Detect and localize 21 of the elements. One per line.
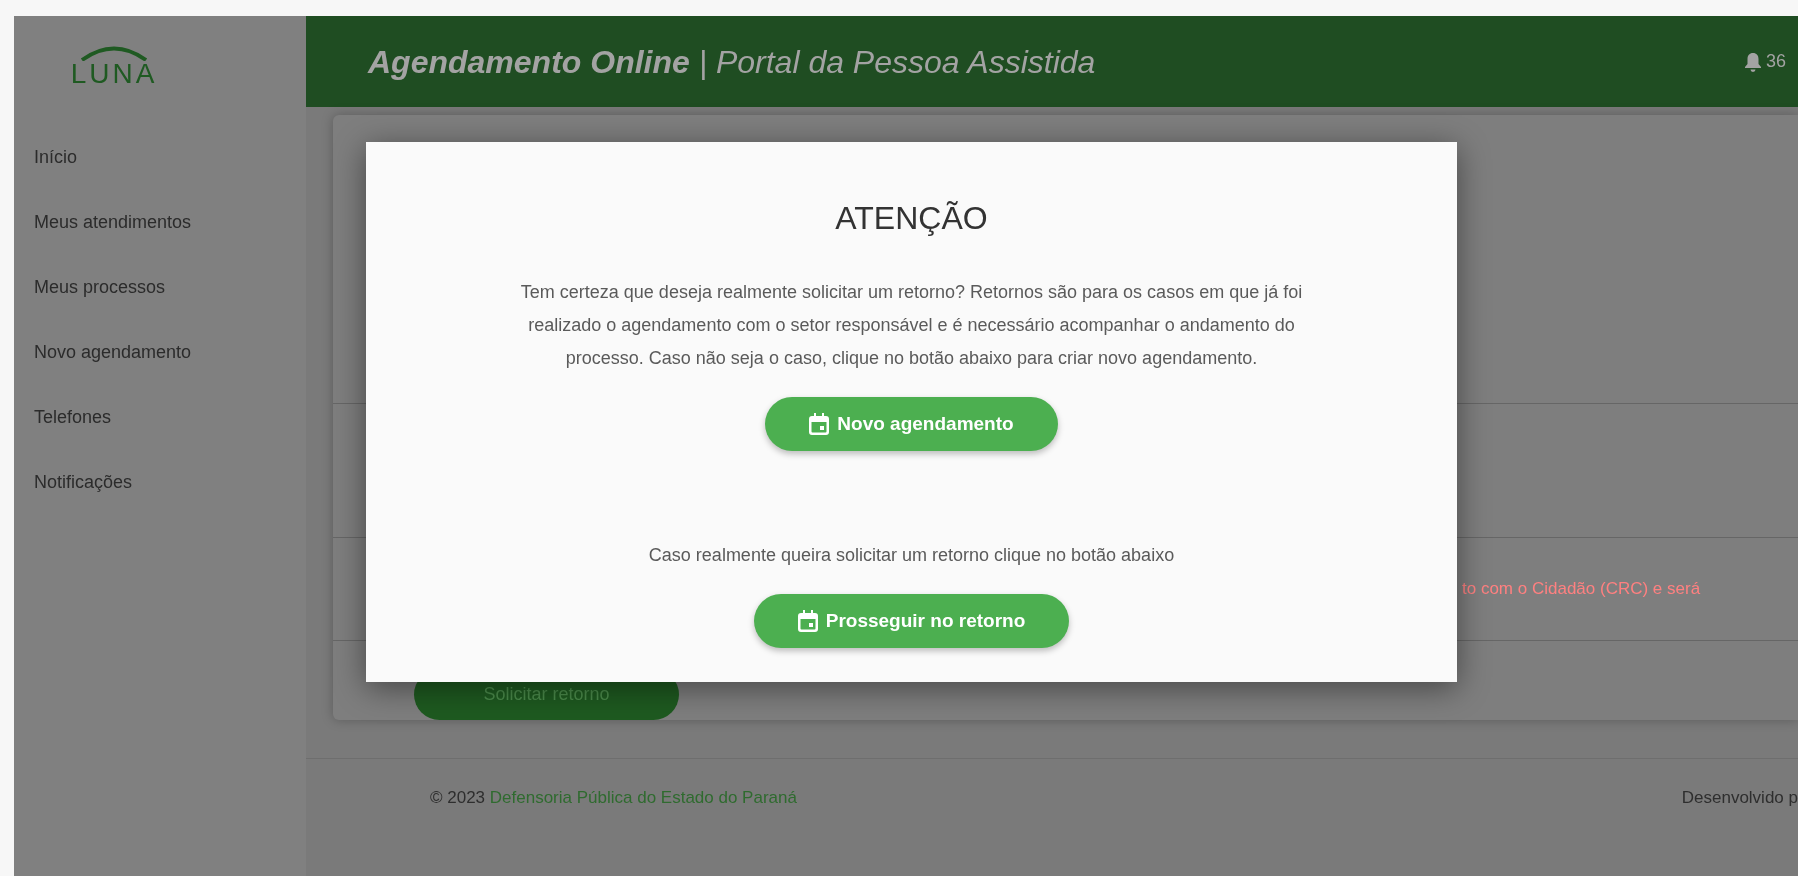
sidebar-item[interactable]: Início (14, 125, 306, 190)
sidebar-item[interactable]: Meus processos (14, 255, 306, 320)
notification-count: 36 (1765, 50, 1786, 73)
modal-title: ATENÇÃO (835, 200, 988, 236)
calendar-icon (797, 610, 818, 632)
sidebar-item[interactable]: Novo agendamento (14, 320, 306, 385)
page-title: Agendamento Online | Portal da Pessoa Assistida (368, 42, 1096, 82)
logo-arc-icon (79, 45, 149, 61)
sidebar-item[interactable]: Telefones (14, 385, 306, 450)
notice-text: to com o Cidadão (CRC) e será (1462, 578, 1701, 601)
calendar-icon (809, 413, 830, 435)
modal-note: Caso realmente queira solicitar um retorno clique no botão abaixo (648, 544, 1175, 566)
credit-text: Desenvolvido p (1681, 787, 1798, 809)
new-appointment-button[interactable]: Novo agendamento (765, 397, 1058, 451)
sidebar-item[interactable]: Notificações (14, 450, 306, 515)
copyright-text: © 2023 Defensoria Pública do Estado do Paraná (430, 787, 797, 809)
proceed-return-button[interactable]: Prosseguir no retorno (753, 594, 1070, 648)
modal-message: Tem certeza que deseja realmente solicitar um retorno? Retornos são para os casos em que já foi realizado o agendamento com o setor responsável e é necessário acompanhar o andamento do processo. Caso não seja o caso, clique no botão abaixo para criar novo agendamento. (519, 281, 1304, 370)
bell-icon[interactable] (1743, 51, 1762, 72)
sidebar-item[interactable]: Meus atendimentos (14, 190, 306, 255)
logo-text: LUNA (70, 59, 158, 89)
